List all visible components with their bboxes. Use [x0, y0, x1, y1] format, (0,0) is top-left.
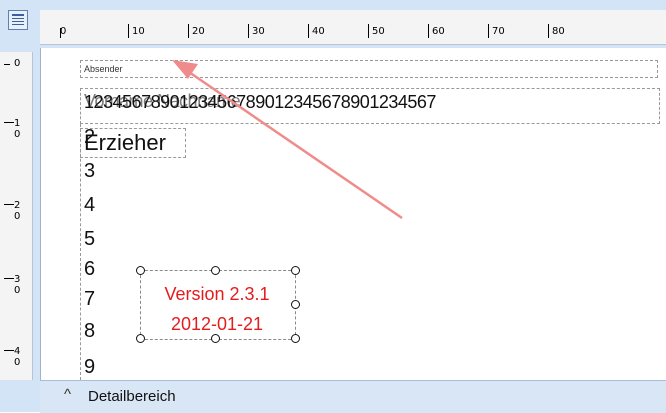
annotation-arrow-line: [185, 68, 403, 220]
chevron-up-icon[interactable]: ^: [64, 386, 71, 403]
annotation-arrow: [172, 60, 403, 220]
section-label: Detailbereich: [88, 388, 176, 405]
